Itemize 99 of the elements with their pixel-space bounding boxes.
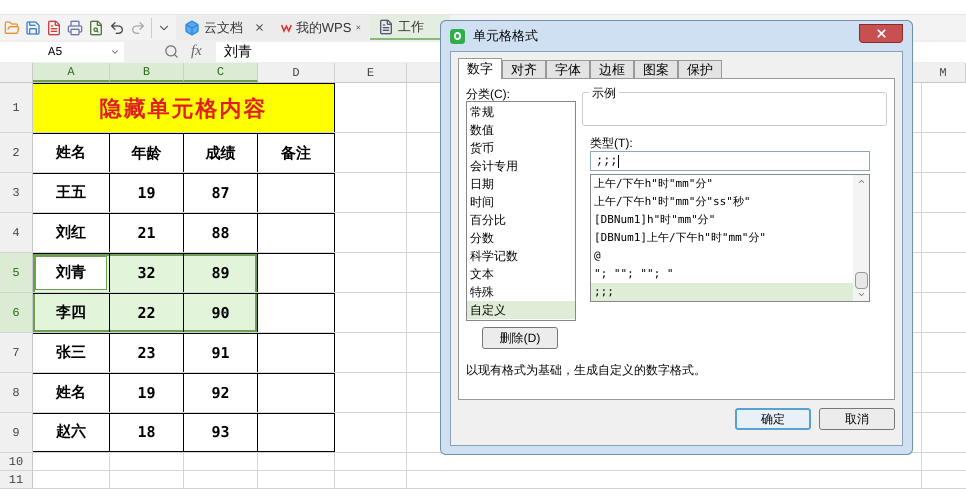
table-cell: 32 — [110, 253, 184, 292]
scrollbar[interactable] — [853, 175, 869, 301]
category-item[interactable]: 日期 — [467, 175, 575, 193]
format-item[interactable]: @ — [591, 247, 853, 265]
row-header[interactable]: 5 — [0, 253, 33, 292]
table-cell: 18 — [110, 413, 184, 452]
zoom-icon[interactable] — [164, 44, 179, 59]
format-item[interactable]: [DBNum1]上午/下午h"时"mm"分" — [591, 229, 853, 247]
row-header[interactable]: 2 — [0, 133, 33, 172]
close-button[interactable] — [859, 24, 903, 42]
category-item[interactable]: 百分比 — [467, 211, 575, 229]
title-cell: 隐藏单元格内容 — [33, 83, 335, 132]
column-header[interactable]: C — [184, 63, 258, 82]
category-label: 分类(C): — [466, 86, 511, 99]
row-header[interactable]: 1 — [0, 83, 33, 132]
category-item[interactable]: 分数 — [467, 229, 575, 247]
dialog-tab[interactable]: 数字 — [458, 58, 502, 79]
arrow-down-icon[interactable] — [856, 290, 866, 299]
table-cell: 姓名 — [33, 133, 110, 172]
row-header[interactable]: 10 — [0, 453, 33, 470]
category-item[interactable]: 数值 — [467, 121, 575, 139]
dialog-tab[interactable]: 对齐 — [502, 60, 546, 78]
table-cell: 89 — [184, 253, 258, 292]
table-cell: 87 — [184, 173, 258, 212]
table-cell: 88 — [184, 213, 258, 252]
format-item[interactable]: "; ""; ""; " — [591, 265, 853, 283]
table-cell: 刘青 — [33, 253, 110, 292]
name-box[interactable]: A5 — [0, 42, 124, 62]
document-icon — [378, 18, 394, 34]
format-list[interactable]: 上午/下午h"时"mm"分" 上午/下午h"时"mm"分"ss"秒" [DBNum1]h"时"mm"分" [DBNum1]上午/下午h"时"mm"分" @ "; ""; ""; " ;;; — [590, 174, 870, 302]
export-icon[interactable] — [46, 20, 62, 36]
table-cell: 年龄 — [110, 133, 184, 172]
table-cell: 91 — [184, 333, 258, 372]
document-tab[interactable]: 工作 — [370, 15, 450, 40]
row-header[interactable]: 4 — [0, 213, 33, 252]
row-header[interactable]: 11 — [0, 471, 33, 488]
dialog-tab[interactable]: 边框 — [590, 60, 634, 78]
document-tab[interactable]: 我的WPS — [273, 15, 370, 40]
table-cell: 22 — [110, 293, 184, 332]
table-cell: 赵六 — [33, 413, 110, 452]
table-cell: 21 — [110, 213, 184, 252]
row-header[interactable]: 3 — [0, 173, 33, 212]
close-icon[interactable] — [254, 22, 265, 33]
delete-button[interactable]: 删除(D) — [482, 327, 558, 349]
window-title: 单元格格式 — [473, 27, 539, 46]
row-header[interactable]: 9 — [0, 413, 33, 452]
format-item[interactable]: [DBNum1]h"时"mm"分" — [591, 211, 853, 229]
app-logo-icon — [450, 28, 465, 44]
table-cell: 成绩 — [184, 133, 258, 172]
close-icon — [874, 26, 888, 40]
preview-icon[interactable] — [88, 20, 104, 36]
table-cell: 备注 — [258, 133, 335, 172]
description-text: 以现有格式为基础，生成自定义的数字格式。 — [466, 362, 707, 379]
format-item[interactable]: 上午/下午h"时"mm"分"ss"秒" — [591, 193, 853, 211]
category-item[interactable]: 自定义 — [467, 301, 575, 319]
save-icon[interactable] — [25, 20, 41, 36]
table-cell: 92 — [184, 373, 258, 412]
column-header[interactable]: M — [921, 63, 966, 82]
dialog-tab[interactable]: 保护 — [678, 60, 722, 78]
dialog-tab[interactable]: 字体 — [546, 60, 590, 78]
undo-icon[interactable] — [109, 20, 125, 36]
table-cell: 王五 — [33, 173, 110, 212]
row-header[interactable]: 7 — [0, 333, 33, 372]
type-label: 类型(T): — [590, 135, 634, 149]
column-header[interactable]: B — [110, 63, 184, 82]
table-cell: 23 — [110, 333, 184, 372]
table-cell: 19 — [110, 373, 184, 412]
table-cell: 李四 — [33, 293, 110, 332]
arrow-up-icon[interactable] — [856, 177, 866, 186]
table-cell: 刘红 — [33, 213, 110, 252]
column-header[interactable]: A — [33, 63, 110, 82]
scrollbar-thumb[interactable] — [854, 272, 868, 289]
category-item[interactable]: 货币 — [467, 139, 575, 157]
print-icon[interactable] — [67, 20, 83, 36]
table-cell: 19 — [110, 173, 184, 212]
function-button[interactable]: fx — [191, 40, 202, 63]
category-item[interactable]: 科学记数 — [467, 247, 575, 265]
category-item[interactable]: 文本 — [467, 265, 575, 283]
type-field[interactable]: ;;; — [590, 151, 870, 171]
cancel-button[interactable]: 取消 — [819, 408, 895, 430]
category-item[interactable]: 常规 — [467, 103, 575, 121]
document-tab[interactable]: 云文档 — [176, 15, 273, 40]
column-header[interactable]: D — [258, 63, 335, 82]
row-header[interactable]: 8 — [0, 373, 33, 412]
category-list[interactable]: 常规 数值 货币 会计专用 日期 时间 百分比 分数 科学记数 文本 特殊 自定义 — [466, 101, 576, 321]
category-item[interactable]: 时间 — [467, 193, 575, 211]
ok-button[interactable]: 确定 — [735, 408, 811, 430]
format-item[interactable]: 上午/下午h"时"mm"分" — [591, 175, 853, 193]
dialog-tab[interactable]: 图案 — [634, 60, 678, 78]
table-cell: 90 — [184, 293, 258, 332]
column-header[interactable]: E — [335, 63, 407, 82]
table-cell: 姓名 — [33, 373, 110, 412]
row-header[interactable]: 6 — [0, 293, 33, 332]
category-item[interactable]: 会计专用 — [467, 157, 575, 175]
table-cell: 张三 — [33, 333, 110, 372]
category-item[interactable]: 特殊 — [467, 283, 575, 301]
table-cell: 93 — [184, 413, 258, 452]
cube-icon — [184, 20, 200, 36]
format-item[interactable]: ;;; — [591, 283, 853, 301]
